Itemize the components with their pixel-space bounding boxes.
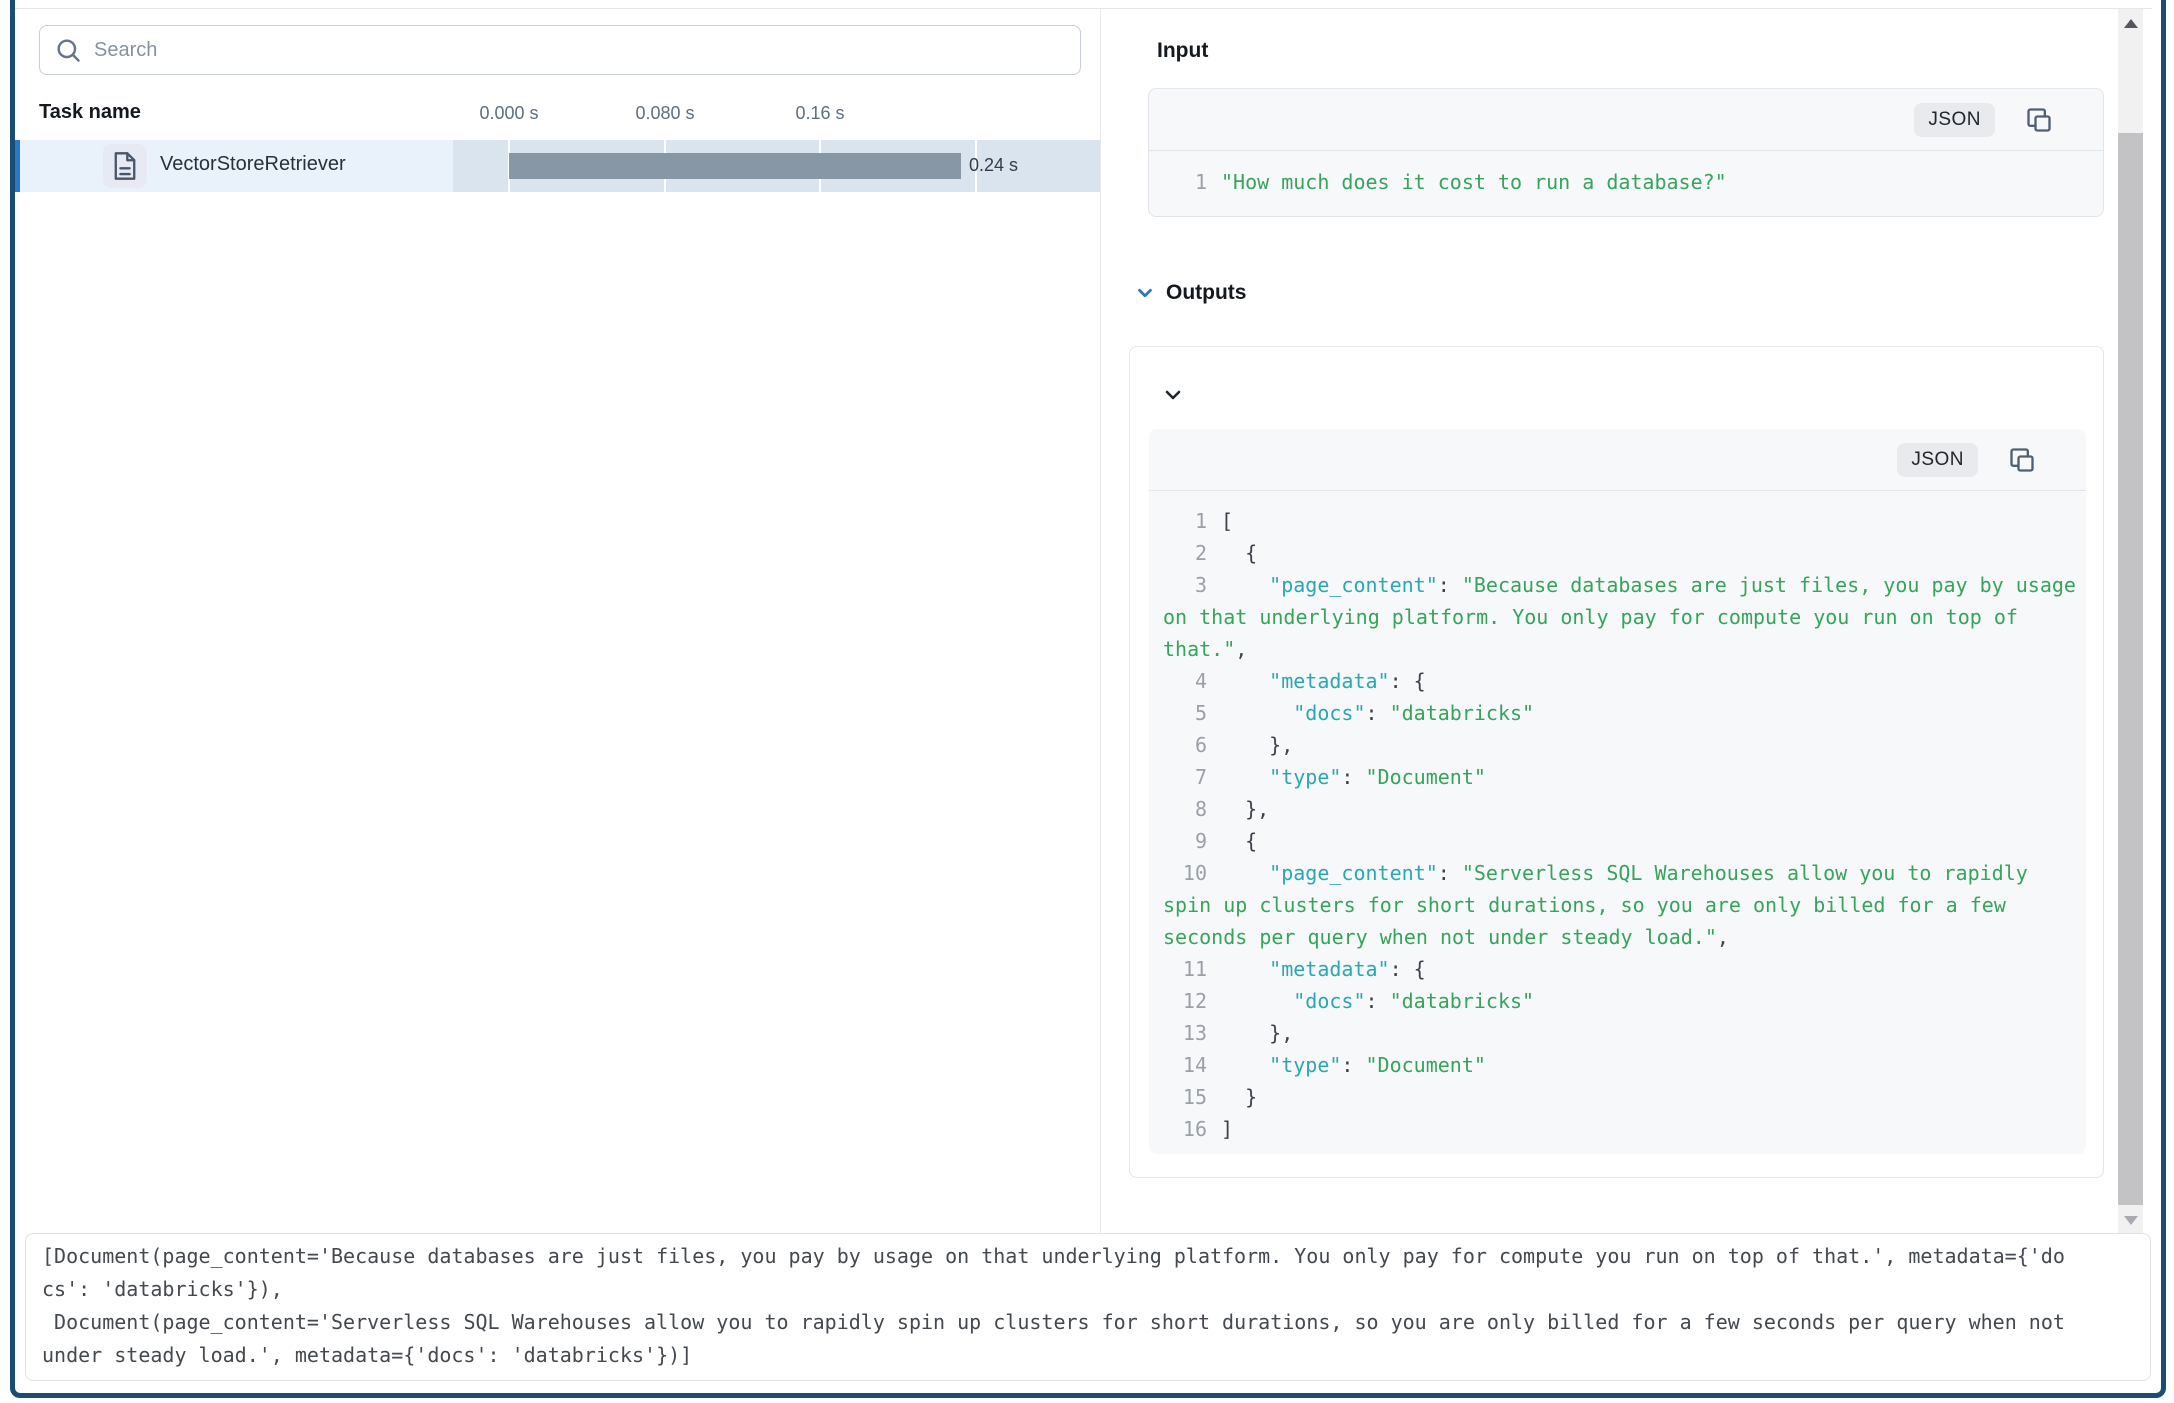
code-line: 4 "metadata": { <box>1163 665 2078 697</box>
selected-row-accent <box>15 140 20 192</box>
code-line: 6 }, <box>1163 729 2078 761</box>
search-icon <box>54 36 82 64</box>
timeline-tick: 0.080 s <box>635 103 694 124</box>
json-format-toggle[interactable]: JSON <box>1914 103 1995 137</box>
code-line: 7 "type": "Document" <box>1163 761 2078 793</box>
outputs-section-title: Outputs <box>1166 281 1246 305</box>
duration-label: 0.24 s <box>969 155 1018 176</box>
outputs-card-header: JSON <box>1149 429 2086 491</box>
search-box[interactable] <box>39 25 1081 75</box>
code-line: 15 } <box>1163 1081 2078 1113</box>
chevron-down-icon[interactable] <box>1161 383 1185 407</box>
timeline-tick: 0.16 s <box>795 103 844 124</box>
code-line: 5 "docs": "databricks" <box>1163 697 2078 729</box>
duration-bar[interactable] <box>509 153 961 179</box>
raw-output-box: [Document(page_content='Because database… <box>25 1233 2151 1381</box>
code-line: 8 }, <box>1163 793 2078 825</box>
copy-icon[interactable] <box>2008 446 2036 474</box>
raw-output-text: [Document(page_content='Because database… <box>42 1240 2070 1372</box>
json-format-toggle[interactable]: JSON <box>1897 443 1978 477</box>
span-detail-panel: Input JSON 1"How much does it cost to ru… <box>1101 9 2117 1233</box>
scroll-down-arrow-icon[interactable] <box>2124 1216 2138 1225</box>
code-line: 3 "page_content": "Because databases are… <box>1163 569 2078 665</box>
outputs-section-header[interactable]: Outputs <box>1134 281 1246 305</box>
table-header: Task name 0.000 s 0.080 s 0.16 s <box>15 95 1100 140</box>
outputs-json-code: 1[2 {3 "page_content": "Because database… <box>1149 491 2086 1153</box>
timeline-axis: 0.000 s 0.080 s 0.16 s <box>453 95 1100 140</box>
task-timeline-lane: 0.24 s <box>453 140 1100 192</box>
code-line: 12 "docs": "databricks" <box>1163 985 2078 1017</box>
code-line: 2 { <box>1163 537 2078 569</box>
code-line: 14 "type": "Document" <box>1163 1049 2078 1081</box>
task-row-vectorstoreretriever[interactable]: VectorStoreRetriever 0.24 s <box>15 140 1100 192</box>
code-line: 16] <box>1163 1113 2078 1145</box>
scroll-up-arrow-icon[interactable] <box>2124 19 2138 28</box>
input-card-header: JSON <box>1149 89 2103 151</box>
timeline-tick: 0.000 s <box>479 103 538 124</box>
vertical-scrollbar[interactable] <box>2118 9 2143 1233</box>
code-line: 9 { <box>1163 825 2078 857</box>
outputs-code-block: JSON 1[2 {3 "page_content": "Because dat… <box>1149 429 2086 1154</box>
input-json-card: JSON 1"How much does it cost to run a da… <box>1148 88 2104 217</box>
raw-output-line: Document(page_content='Serverless SQL Wa… <box>42 1306 2070 1372</box>
chevron-down-icon[interactable] <box>1134 282 1156 304</box>
task-timeline-panel: Task name 0.000 s 0.080 s 0.16 s VectorS… <box>15 9 1100 1233</box>
code-line: 13 }, <box>1163 1017 2078 1049</box>
document-icon <box>103 144 147 188</box>
code-line: 11 "metadata": { <box>1163 953 2078 985</box>
task-name-header: Task name <box>39 101 141 124</box>
copy-icon[interactable] <box>2025 106 2053 134</box>
input-section-title: Input <box>1157 39 1208 63</box>
task-name: VectorStoreRetriever <box>160 153 346 176</box>
trace-viewer: Task name 0.000 s 0.080 s 0.16 s VectorS… <box>0 0 2174 1403</box>
code-line: 1"How much does it cost to run a databas… <box>1163 166 2095 198</box>
scrollbar-thumb[interactable] <box>2118 133 2143 1205</box>
raw-output-line: [Document(page_content='Because database… <box>42 1240 2070 1306</box>
outputs-json-card: JSON 1[2 {3 "page_content": "Because dat… <box>1129 346 2104 1178</box>
code-line: 10 "page_content": "Serverless SQL Wareh… <box>1163 857 2078 953</box>
search-input[interactable] <box>94 39 1066 62</box>
code-line: 1[ <box>1163 505 2078 537</box>
input-json-code: 1"How much does it cost to run a databas… <box>1149 151 2103 215</box>
